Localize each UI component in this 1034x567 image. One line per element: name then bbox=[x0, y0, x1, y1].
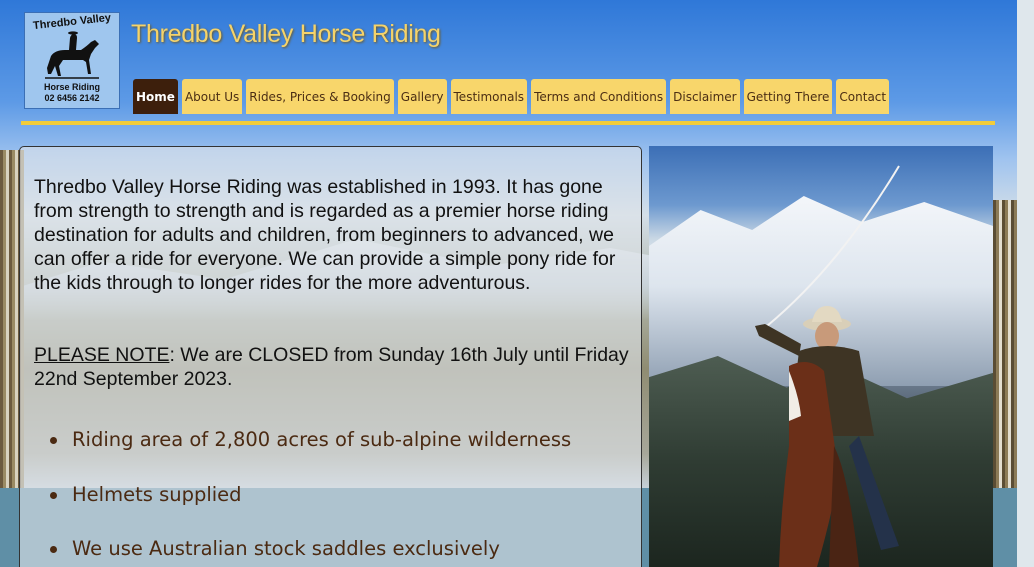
nav-item-testimonals[interactable]: Testimonals bbox=[450, 79, 528, 114]
feature-item: Riding area of 2,800 acres of sub-alpine… bbox=[48, 427, 571, 482]
rider-photo bbox=[649, 146, 993, 567]
logo-phone: 02 6456 2142 bbox=[44, 93, 100, 103]
nav-item-gallery[interactable]: Gallery bbox=[397, 79, 447, 114]
nav-item-rides-prices-booking[interactable]: Rides, Prices & Booking bbox=[246, 79, 394, 114]
nav-item-getting-there[interactable]: Getting There bbox=[743, 79, 833, 114]
nav-item-home[interactable]: Home bbox=[133, 79, 178, 114]
horse-rider-icon bbox=[45, 31, 99, 79]
nav-item-terms-and-conditions[interactable]: Terms and Conditions bbox=[531, 79, 667, 114]
nav-item-disclaimer[interactable]: Disclaimer bbox=[670, 79, 740, 114]
header-divider bbox=[21, 121, 995, 125]
intro-paragraph: Thredbo Valley Horse Riding was establis… bbox=[34, 176, 616, 294]
site-title[interactable]: Thredbo Valley Horse Riding bbox=[131, 20, 441, 49]
main-nav: Home About Us Rides, Prices & Booking Ga… bbox=[133, 79, 890, 114]
feature-item: Helmets supplied bbox=[48, 482, 571, 537]
nav-item-contact[interactable]: Contact bbox=[836, 79, 890, 114]
trees-right bbox=[993, 200, 1017, 490]
notice-label: PLEASE NOTE bbox=[34, 344, 170, 366]
closure-notice: PLEASE NOTE: We are CLOSED from Sunday 1… bbox=[34, 343, 634, 391]
content-panel: Thredbo Valley Horse Riding was establis… bbox=[19, 146, 642, 567]
rider-illustration bbox=[755, 165, 900, 567]
feature-item: We use Australian stock saddles exclusiv… bbox=[48, 536, 571, 567]
feature-list: Riding area of 2,800 acres of sub-alpine… bbox=[48, 427, 571, 567]
site-logo[interactable]: Thredbo Valley Horse Riding 02 6456 2142 bbox=[24, 12, 120, 109]
logo-sub-text: Horse Riding bbox=[43, 82, 100, 92]
nav-item-about-us[interactable]: About Us bbox=[181, 79, 243, 114]
